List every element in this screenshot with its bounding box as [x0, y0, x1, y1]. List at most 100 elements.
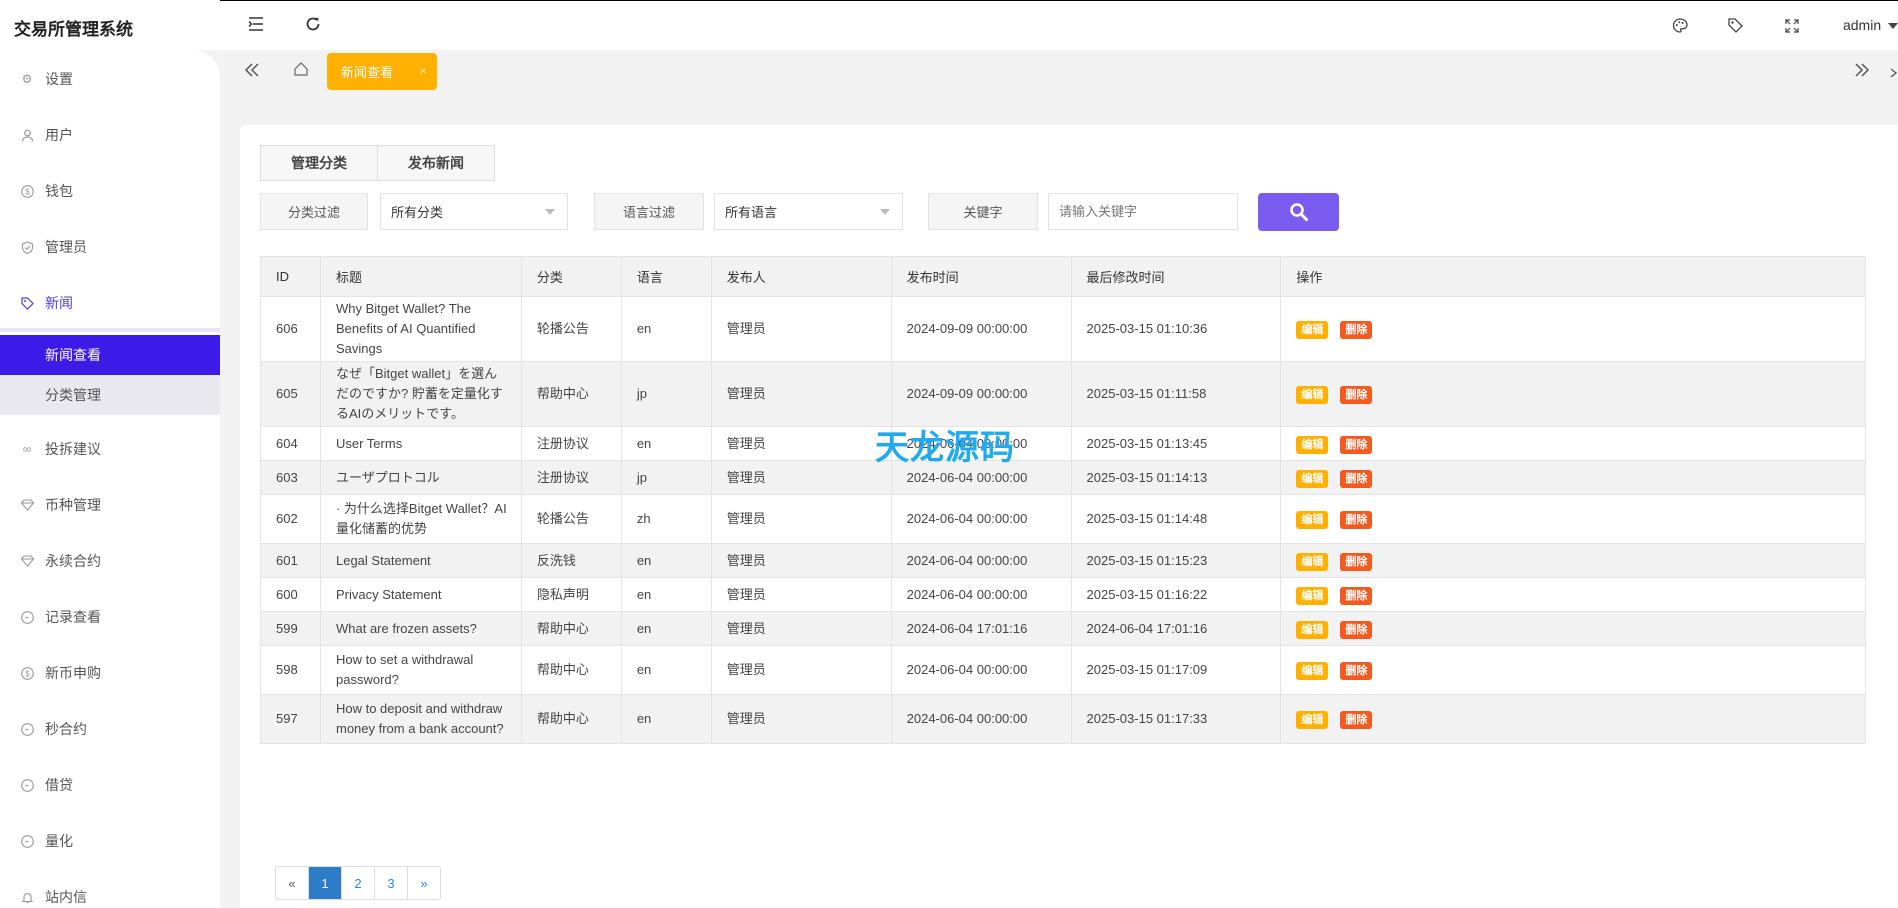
pagination-page-1[interactable]: 1 — [308, 867, 341, 899]
link-icon: ∞ — [22, 442, 32, 456]
theme-palette-icon[interactable] — [1672, 18, 1688, 38]
diamond-icon — [20, 554, 34, 568]
tag-icon[interactable] — [1728, 18, 1743, 38]
delete-button[interactable]: 删除 — [1340, 711, 1373, 729]
pagination-page-2[interactable]: 2 — [341, 867, 374, 899]
delete-button[interactable]: 删除 — [1340, 620, 1373, 639]
delete-button[interactable]: 删除 — [1340, 586, 1373, 605]
sidebar-item-loan[interactable]: 借贷 — [0, 757, 220, 813]
tab-bar: 新闻查看 × — [220, 50, 1898, 92]
table-row: 601 Legal Statement 反洗钱 en 管理员 2024-06-04 00:… — [260, 543, 1866, 578]
cell-modified-time: 2025-03-15 01:10:36 — [1070, 296, 1282, 362]
search-icon — [1289, 203, 1308, 221]
delete-button[interactable]: 删除 — [1340, 662, 1373, 680]
sidebar-item-users[interactable]: 用户 — [0, 107, 220, 163]
edit-button[interactable]: 编辑 — [1296, 386, 1329, 404]
publish-news-button[interactable]: 发布新闻 — [377, 146, 494, 180]
cell-id: 599 — [260, 611, 321, 646]
pagination-prev[interactable]: « — [276, 867, 308, 899]
col-modified-time: 最后修改时间 — [1070, 256, 1282, 297]
col-category: 分类 — [520, 256, 622, 297]
delete-button[interactable]: 删除 — [1340, 552, 1373, 571]
sidebar-item-admins[interactable]: 管理员 — [0, 219, 220, 275]
sidebar-item-coin-manage[interactable]: 币种管理 — [0, 477, 220, 533]
cell-id: 597 — [260, 694, 321, 744]
cell-id: 601 — [260, 543, 321, 578]
edit-button[interactable]: 编辑 — [1296, 662, 1329, 680]
keyword-input[interactable] — [1048, 193, 1238, 230]
svg-text:$: $ — [25, 187, 30, 196]
edit-button[interactable]: 编辑 — [1296, 469, 1329, 488]
cell-publish-time: 2024-06-04 00:00:00 — [890, 694, 1072, 744]
sidebar-item-settings[interactable]: ⚙ 设置 — [0, 51, 220, 107]
edit-button[interactable]: 编辑 — [1296, 552, 1329, 571]
cell-actions: 编辑 删除 — [1280, 296, 1866, 362]
svg-text:$: $ — [25, 669, 30, 678]
sidebar-item-records[interactable]: 记录查看 — [0, 589, 220, 645]
edit-button[interactable]: 编辑 — [1296, 435, 1329, 454]
tabs-scroll-right-icon[interactable] — [1854, 62, 1870, 83]
cell-id: 604 — [260, 426, 321, 461]
tabs-dropdown-icon[interactable] — [1890, 64, 1898, 82]
delete-button[interactable]: 删除 — [1340, 511, 1373, 529]
delete-button[interactable]: 删除 — [1340, 321, 1373, 339]
col-publisher: 发布人 — [710, 256, 892, 297]
delete-button[interactable]: 删除 — [1340, 435, 1373, 454]
edit-button[interactable]: 编辑 — [1296, 586, 1329, 605]
sidebar-item-quant[interactable]: 量化 — [0, 813, 220, 869]
cell-id: 602 — [260, 494, 321, 544]
user-icon — [20, 128, 34, 142]
delete-button[interactable]: 删除 — [1340, 469, 1373, 488]
cell-id: 598 — [260, 645, 321, 695]
search-button[interactable] — [1258, 193, 1339, 231]
language-select[interactable]: 所有语言 — [714, 193, 903, 230]
pagination-page-3[interactable]: 3 — [374, 867, 407, 899]
close-icon[interactable]: × — [419, 63, 427, 78]
tag-icon — [20, 296, 34, 310]
cell-publisher: 管理员 — [710, 645, 892, 695]
manage-category-button[interactable]: 管理分类 — [261, 146, 377, 180]
edit-button[interactable]: 编辑 — [1296, 511, 1329, 529]
cell-category: 隐私声明 — [520, 577, 622, 612]
home-icon[interactable] — [293, 61, 309, 82]
sidebar-subitem-news-view[interactable]: 新闻查看 — [0, 335, 220, 375]
sidebar-item-wallet[interactable]: $ 钱包 — [0, 163, 220, 219]
sidebar-item-suggestions[interactable]: ∞ 投拆建议 — [0, 421, 220, 477]
app-title: 交易所管理系统 — [14, 20, 133, 39]
cell-language: jp — [620, 361, 712, 427]
edit-button[interactable]: 编辑 — [1296, 711, 1329, 729]
delete-button[interactable]: 删除 — [1340, 386, 1373, 404]
refresh-icon[interactable] — [305, 16, 321, 37]
tabs-scroll-left-icon[interactable] — [244, 62, 260, 83]
edit-button[interactable]: 编辑 — [1296, 321, 1329, 339]
sidebar-subitem-category-manage[interactable]: 分类管理 — [0, 375, 220, 415]
col-language: 语言 — [620, 256, 712, 297]
col-title: 标题 — [319, 256, 522, 297]
fullscreen-icon[interactable] — [1785, 18, 1799, 38]
cell-publisher: 管理员 — [710, 611, 892, 646]
pagination-next[interactable]: » — [407, 867, 440, 899]
cell-modified-time: 2025-03-15 01:17:09 — [1070, 645, 1282, 695]
sidebar-item-second-contract[interactable]: 秒合约 — [0, 701, 220, 757]
cell-actions: 编辑 删除 — [1280, 494, 1866, 544]
cell-modified-time: 2025-03-15 01:13:45 — [1070, 426, 1282, 461]
table-row: 597 How to deposit and withdraw money fro… — [260, 694, 1866, 744]
col-id: ID — [260, 256, 321, 297]
cell-actions: 编辑 删除 — [1280, 577, 1866, 612]
menu-collapse-icon[interactable] — [248, 16, 264, 36]
sidebar-item-perpetual[interactable]: 永续合约 — [0, 533, 220, 589]
cell-publish-time: 2024-09-09 00:00:00 — [890, 361, 1072, 427]
table-row: 606 Why Bitget Wallet? The Benefits of AI… — [260, 296, 1866, 362]
edit-button[interactable]: 编辑 — [1296, 620, 1329, 639]
gear-icon: ⚙ — [21, 72, 33, 86]
sidebar-item-new-coin[interactable]: $ 新币申购 — [0, 645, 220, 701]
category-select[interactable]: 所有分类 — [380, 193, 568, 230]
cell-title: Privacy Statement — [319, 577, 522, 612]
sidebar-item-news[interactable]: 新闻 — [0, 275, 220, 331]
cell-modified-time: 2025-03-15 01:16:22 — [1070, 577, 1282, 612]
user-menu[interactable]: admin — [1843, 17, 1898, 33]
cell-language: en — [620, 426, 712, 461]
sidebar-item-messages[interactable]: 站内信 — [0, 869, 220, 908]
tab-news-view[interactable]: 新闻查看 × — [327, 53, 437, 90]
cell-actions: 编辑 删除 — [1280, 426, 1866, 461]
